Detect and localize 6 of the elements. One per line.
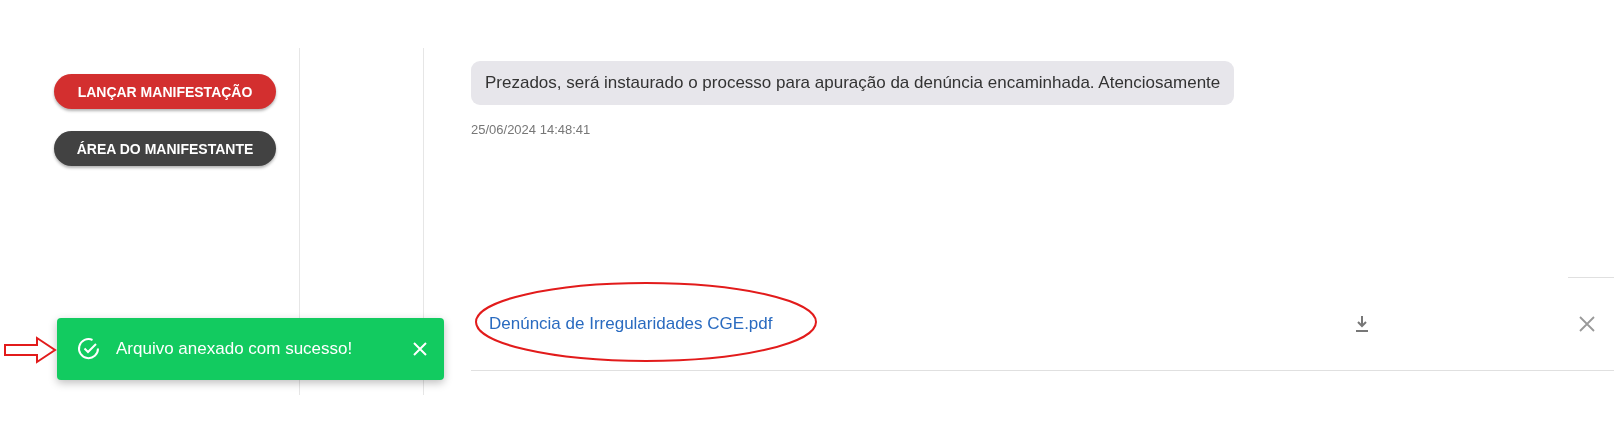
- launch-button[interactable]: LANÇAR MANIFESTAÇÃO: [54, 74, 276, 109]
- area-button[interactable]: ÁREA DO MANIFESTANTE: [54, 131, 276, 166]
- message-timestamp: 25/06/2024 14:48:41: [471, 122, 592, 137]
- toast-message: Arquivo anexado com sucesso!: [116, 339, 354, 359]
- message-bubble: Prezados, será instaurado o processo para apuração da denúncia encaminhada. Atenciosamente: [471, 61, 1235, 105]
- attachment-link[interactable]: Denúncia de Irregularidades CGE.pdf: [489, 314, 773, 334]
